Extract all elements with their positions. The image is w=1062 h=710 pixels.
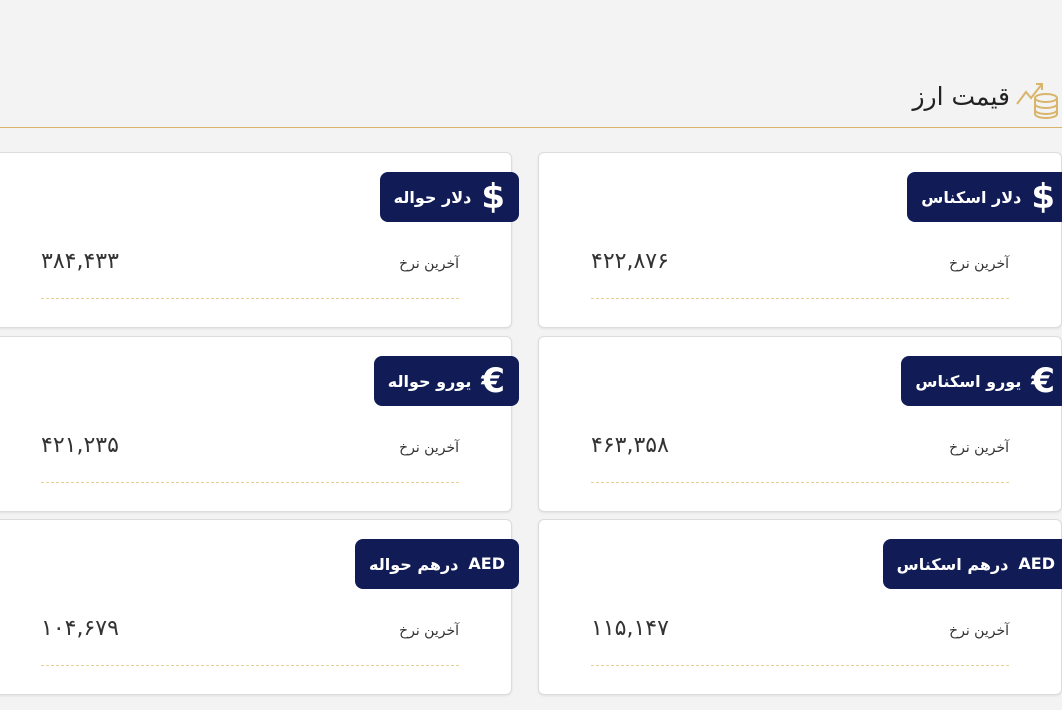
- currency-badge: € یورو اسکناس: [901, 356, 1062, 406]
- coins-chart-icon: [1016, 83, 1058, 119]
- rate-label: آخرین نرخ: [399, 440, 459, 456]
- rate-card-eur-transfer[interactable]: € یورو حواله آخرین نرخ ۴۲۱,۲۳۵: [0, 336, 519, 512]
- aed-icon: AED: [468, 554, 505, 573]
- aed-icon: AED: [1018, 554, 1055, 573]
- currency-name: دلار حواله: [393, 187, 472, 207]
- page-title: قیمت ارز: [912, 82, 1010, 111]
- divider: [591, 298, 1009, 299]
- divider: [41, 665, 459, 666]
- divider: [591, 665, 1009, 666]
- currency-badge: € یورو حواله: [373, 356, 519, 406]
- currency-badge: $ دلار حواله: [379, 172, 519, 222]
- rate-label: آخرین نرخ: [949, 440, 1009, 456]
- rate-value: ۴۶۳,۳۵۸: [591, 433, 669, 458]
- rate-card-aed-transfer[interactable]: AED درهم حواله آخرین نرخ ۱۰۴,۶۷۹: [0, 519, 519, 695]
- currency-name: یورو اسکناس: [915, 371, 1022, 391]
- section-header: قیمت ارز: [0, 70, 1062, 126]
- rate-card-eur-cash[interactable]: € یورو اسکناس آخرین نرخ ۴۶۳,۳۵۸: [538, 336, 1062, 512]
- rate-label: آخرین نرخ: [949, 256, 1009, 272]
- divider: [41, 482, 459, 483]
- dollar-icon: $: [481, 177, 505, 217]
- rate-card-aed-cash[interactable]: AED درهم اسکناس آخرین نرخ ۱۱۵,۱۴۷: [538, 519, 1062, 695]
- rate-value: ۱۰۴,۶۷۹: [41, 616, 119, 641]
- dollar-icon: $: [1031, 177, 1055, 217]
- currency-name: دلار اسکناس: [921, 187, 1022, 207]
- currency-name: درهم حواله: [369, 554, 459, 574]
- euro-icon: €: [481, 361, 505, 401]
- rate-card-usd-cash[interactable]: $ دلار اسکناس آخرین نرخ ۴۲۲,۸۷۶: [538, 152, 1062, 328]
- rate-card-usd-transfer[interactable]: $ دلار حواله آخرین نرخ ۳۸۴,۴۳۳: [0, 152, 519, 328]
- rate-label: آخرین نرخ: [949, 623, 1009, 639]
- rate-label: آخرین نرخ: [399, 256, 459, 272]
- currency-badge: AED درهم اسکناس: [882, 539, 1062, 589]
- header-divider: [0, 127, 1062, 128]
- currency-name: یورو حواله: [387, 371, 472, 391]
- currency-badge: $ دلار اسکناس: [907, 172, 1062, 222]
- divider: [41, 298, 459, 299]
- divider: [591, 482, 1009, 483]
- currency-badge: AED درهم حواله: [355, 539, 519, 589]
- rate-value: ۴۲۲,۸۷۶: [591, 249, 669, 274]
- currency-name: درهم اسکناس: [896, 554, 1009, 574]
- rate-label: آخرین نرخ: [399, 623, 459, 639]
- rate-value: ۳۸۴,۴۳۳: [41, 249, 119, 274]
- euro-icon: €: [1031, 361, 1055, 401]
- rate-value: ۴۲۱,۲۳۵: [41, 433, 119, 458]
- rate-value: ۱۱۵,۱۴۷: [591, 616, 669, 641]
